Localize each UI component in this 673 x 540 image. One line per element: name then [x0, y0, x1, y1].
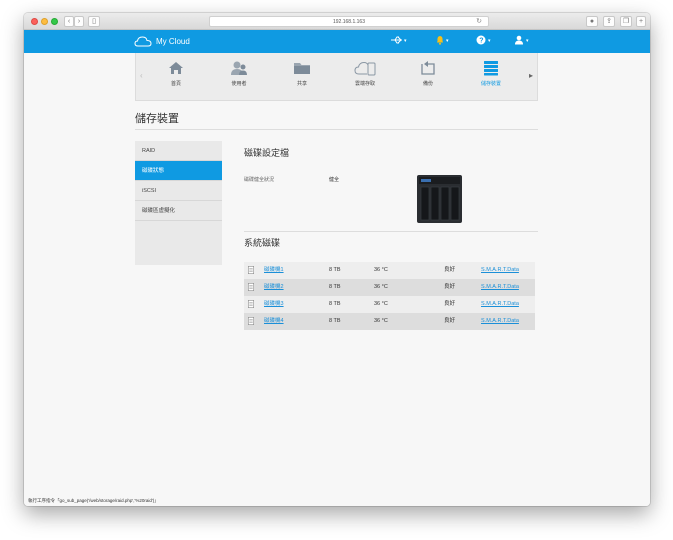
disk-status: 良好 — [444, 267, 456, 273]
nav-item-users[interactable]: 使用者 — [214, 60, 264, 87]
disk-doc-icon — [248, 300, 254, 308]
disk-doc-icon — [248, 283, 254, 291]
zoom-window-button[interactable] — [51, 18, 58, 25]
disk-name-link[interactable]: 磁碟機1 — [264, 262, 284, 279]
extension-icon[interactable]: ● — [586, 16, 598, 27]
svg-text:▾: ▾ — [404, 38, 407, 44]
smart-data-link[interactable]: S.M.A.R.T.Data — [481, 279, 519, 296]
system-disks-title: 系統磁碟 — [244, 238, 281, 248]
disk-size: 8 TB — [329, 301, 341, 307]
main-nav: ‹ 首頁 使用者 共享 雲端存取 備份 儲存裝置 ▸ — [135, 53, 538, 101]
disk-status: 良好 — [444, 318, 456, 324]
divider — [135, 129, 538, 130]
nas-device-image — [417, 175, 462, 223]
backup-icon — [421, 61, 435, 75]
nav-item-share[interactable]: 共享 — [277, 60, 327, 87]
page-title: 儲存裝置 — [135, 113, 179, 125]
nav-label-backup: 備份 — [422, 81, 433, 87]
storage-sidebar: RAID 磁碟狀態 iSCSI 磁碟區虛擬化 — [135, 141, 222, 265]
disk-health-label: 磁碟健全狀況 — [244, 177, 275, 183]
storage-icon — [484, 61, 498, 76]
user-icon[interactable]: ▾ — [514, 35, 532, 47]
divider — [244, 231, 538, 232]
disk-table: 磁碟機1 8 TB 36 °C 良好 S.M.A.R.T.Data 磁碟機2 8… — [244, 262, 535, 330]
help-icon[interactable]: ? ▾ — [476, 35, 494, 47]
disk-doc-icon — [248, 317, 254, 325]
svg-text:▾: ▾ — [526, 38, 529, 44]
logo-text: My Cloud — [156, 37, 190, 46]
disk-health-value: 健全 — [329, 177, 340, 183]
disk-size: 8 TB — [329, 267, 341, 273]
browser-titlebar: ‹ › ▯ 192.168.1.163 ↻ ● ⇪ ❐ + — [24, 13, 650, 30]
disk-doc-icon — [248, 266, 254, 274]
sidebar-item-raid[interactable]: RAID — [135, 141, 222, 161]
svg-text:▾: ▾ — [488, 38, 491, 44]
nav-label-home: 首頁 — [170, 81, 181, 87]
app-header: My Cloud ▾ ▾ ? ▾ ▾ — [24, 30, 650, 53]
tabs-overview-icon[interactable]: ❐ — [620, 16, 632, 27]
minimize-window-button[interactable] — [41, 18, 48, 25]
cloud-logo-icon — [134, 36, 152, 47]
disk-temp: 36 °C — [374, 301, 388, 307]
sidebar-item-disk-status[interactable]: 磁碟狀態 — [135, 161, 222, 181]
disk-temp: 36 °C — [374, 318, 388, 324]
table-row: 磁碟機4 8 TB 36 °C 良好 S.M.A.R.T.Data — [244, 313, 535, 330]
disk-name-link[interactable]: 磁碟機2 — [264, 279, 284, 296]
nav-label-storage: 儲存裝置 — [480, 81, 501, 87]
smart-data-link[interactable]: S.M.A.R.T.Data — [481, 262, 519, 279]
table-row: 磁碟機2 8 TB 36 °C 良好 S.M.A.R.T.Data — [244, 279, 535, 296]
smart-data-link[interactable]: S.M.A.R.T.Data — [481, 313, 519, 330]
sidebar-toggle-icon[interactable]: ▯ — [88, 16, 100, 27]
disk-size: 8 TB — [329, 284, 341, 290]
svg-text:▾: ▾ — [446, 38, 449, 44]
home-icon — [169, 62, 183, 74]
disk-status: 良好 — [444, 301, 456, 307]
forward-button[interactable]: › — [74, 16, 84, 27]
browser-window: ‹ › ▯ 192.168.1.163 ↻ ● ⇪ ❐ + My Cloud ▾… — [24, 13, 650, 506]
nav-item-storage[interactable]: 儲存裝置 — [466, 60, 516, 87]
browser-status-bar: 執行工序指令「go_sub_page('/web/storage/raid.ph… — [24, 495, 650, 506]
disk-size: 8 TB — [329, 318, 341, 324]
logo[interactable]: My Cloud — [134, 35, 190, 48]
disk-name-link[interactable]: 磁碟機4 — [264, 313, 284, 330]
disk-temp: 36 °C — [374, 284, 388, 290]
table-row: 磁碟機1 8 TB 36 °C 良好 S.M.A.R.T.Data — [244, 262, 535, 279]
nav-item-cloud-access[interactable]: 雲端存取 — [340, 60, 390, 87]
cloud-access-icon — [354, 61, 376, 76]
nav-item-backup[interactable]: 備份 — [403, 60, 453, 87]
new-tab-button[interactable]: + — [636, 16, 646, 27]
url-text: 192.168.1.163 — [333, 19, 365, 25]
nav-label-cloud-access: 雲端存取 — [354, 81, 375, 87]
disk-temp: 36 °C — [374, 267, 388, 273]
back-button[interactable]: ‹ — [64, 16, 74, 27]
nav-label-share: 共享 — [296, 81, 307, 87]
close-window-button[interactable] — [31, 18, 38, 25]
nav-label-users: 使用者 — [231, 81, 247, 87]
table-row: 磁碟機3 8 TB 36 °C 良好 S.M.A.R.T.Data — [244, 296, 535, 313]
sidebar-item-iscsi[interactable]: iSCSI — [135, 181, 222, 201]
disk-profile-title: 磁碟設定檔 — [244, 148, 290, 158]
smart-data-link[interactable]: S.M.A.R.T.Data — [481, 296, 519, 313]
nav-item-home[interactable]: 首頁 — [151, 60, 201, 87]
nav-next-arrow-icon[interactable]: ▸ — [529, 71, 533, 80]
disk-name-link[interactable]: 磁碟機3 — [264, 296, 284, 313]
users-icon — [231, 61, 247, 75]
share-icon — [294, 63, 310, 74]
nav-prev-arrow-icon[interactable]: ‹ — [140, 71, 143, 80]
disk-status: 良好 — [444, 284, 456, 290]
sidebar-item-volume-virtualization[interactable]: 磁碟區虛擬化 — [135, 201, 222, 221]
usb-icon[interactable]: ▾ — [390, 35, 408, 47]
alert-icon[interactable]: ▾ — [436, 35, 452, 47]
reload-icon[interactable]: ↻ — [476, 17, 482, 27]
svg-text:?: ? — [479, 37, 483, 44]
share-button-icon[interactable]: ⇪ — [603, 16, 615, 27]
address-bar[interactable]: 192.168.1.163 ↻ — [209, 16, 489, 27]
